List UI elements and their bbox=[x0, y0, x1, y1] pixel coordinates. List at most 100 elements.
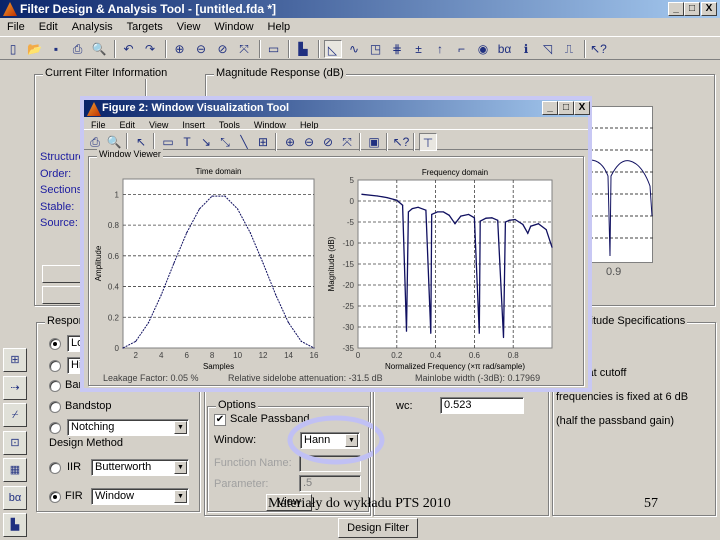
fir-method-dropdown[interactable]: Window ▼ bbox=[91, 488, 189, 505]
redo-icon[interactable]: ↷ bbox=[141, 40, 159, 58]
design-filter-button[interactable]: Design Filter bbox=[338, 518, 418, 538]
menu-file[interactable]: File bbox=[0, 21, 32, 33]
zoom-icon[interactable]: ⊘ bbox=[214, 40, 232, 58]
data-point bbox=[405, 330, 408, 332]
fit-icon[interactable]: ⤧ bbox=[235, 40, 253, 58]
y-tick-label: 0.8 bbox=[108, 221, 120, 230]
mainlobe-width: Mainlobe width (-3dB): 0.17969 bbox=[415, 373, 541, 383]
phase-response-icon[interactable]: ∿ bbox=[345, 40, 363, 58]
coefficients-icon[interactable]: bα bbox=[496, 40, 514, 58]
design-filter-icon[interactable]: ▙ bbox=[3, 513, 27, 537]
close-button[interactable]: X bbox=[701, 2, 717, 16]
parameter-label: Parameter: bbox=[214, 478, 269, 490]
data-point bbox=[402, 204, 404, 206]
matlab-logo-icon bbox=[3, 2, 17, 16]
sidelobe-attenuation: Relative sidelobe attenuation: -31.5 dB bbox=[228, 373, 383, 383]
axis-tick: 0.9 bbox=[606, 266, 622, 278]
info-icon[interactable]: ℹ bbox=[517, 40, 535, 58]
data-point bbox=[522, 223, 524, 226]
iir-radio[interactable] bbox=[49, 462, 61, 474]
panel-legend: Options bbox=[216, 399, 258, 411]
fir-label: FIR bbox=[65, 490, 83, 502]
iir-label: IIR bbox=[67, 461, 82, 473]
parameter-input[interactable]: .5 bbox=[299, 475, 361, 492]
y-axis-label: Magnitude (dB) bbox=[327, 236, 336, 291]
x-tick-label: 0.8 bbox=[508, 351, 520, 360]
x-tick-label: 16 bbox=[310, 351, 319, 360]
quantize-icon[interactable]: ⌿ bbox=[3, 403, 27, 427]
magnitude-response-icon[interactable]: ◺ bbox=[323, 40, 342, 58]
phase-delay-icon[interactable]: ± bbox=[410, 40, 428, 58]
new-file-icon[interactable]: ▯ bbox=[4, 40, 22, 58]
bandpass-radio[interactable] bbox=[49, 380, 61, 392]
menu-window[interactable]: Window bbox=[207, 21, 260, 33]
function-name-label: Function Name: bbox=[214, 457, 292, 469]
magnitude-phase-icon[interactable]: ◳ bbox=[367, 40, 385, 58]
impulse-response-icon[interactable]: ↑ bbox=[431, 40, 449, 58]
group-delay-icon[interactable]: ⋕ bbox=[388, 40, 406, 58]
y-tick-label: 0.4 bbox=[108, 283, 120, 292]
pole-zero-icon[interactable]: ◉ bbox=[474, 40, 492, 58]
menu-analysis[interactable]: Analysis bbox=[65, 21, 120, 33]
panel-legend: Current Filter Information bbox=[43, 67, 170, 79]
menu-view[interactable]: View bbox=[170, 21, 208, 33]
wc-input[interactable]: 0.523 bbox=[440, 397, 524, 414]
step-response-icon[interactable]: ⌐ bbox=[453, 40, 471, 58]
transform-filter-icon[interactable]: ⊞ bbox=[3, 348, 27, 372]
data-point bbox=[224, 195, 226, 197]
undo-icon[interactable]: ↶ bbox=[120, 40, 138, 58]
y-tick-label: -25 bbox=[342, 302, 354, 311]
data-point bbox=[287, 322, 290, 324]
data-point bbox=[407, 211, 410, 213]
iir-method-dropdown[interactable]: Butterworth ▼ bbox=[91, 459, 189, 476]
import-filter-icon[interactable]: ⇢ bbox=[3, 375, 27, 400]
x-axis-label: Samples bbox=[203, 362, 234, 371]
data-point bbox=[361, 193, 363, 195]
fir-radio[interactable] bbox=[49, 491, 61, 503]
toolbar-separator bbox=[113, 40, 116, 58]
zoom-in-icon[interactable]: ⊕ bbox=[171, 40, 189, 58]
data-point bbox=[262, 262, 264, 264]
new-figure-icon[interactable]: ▭ bbox=[265, 40, 283, 58]
minimize-button[interactable]: _ bbox=[668, 2, 684, 16]
zoom-out-icon[interactable]: ⊖ bbox=[192, 40, 210, 58]
slide-page-number: 57 bbox=[644, 496, 658, 511]
menu-edit[interactable]: Edit bbox=[32, 21, 65, 33]
data-point bbox=[431, 213, 433, 216]
multirate-icon[interactable]: bα bbox=[3, 485, 27, 510]
menu-help[interactable]: Help bbox=[261, 21, 298, 33]
round-off-noise-icon[interactable]: ⎍ bbox=[560, 40, 578, 58]
notching-dropdown[interactable]: Notching ▼ bbox=[67, 419, 189, 436]
open-folder-icon[interactable]: 📂 bbox=[26, 40, 44, 58]
print-preview-icon[interactable]: 🔍 bbox=[90, 40, 108, 58]
pole-zero-editor-icon[interactable]: ▦ bbox=[3, 458, 27, 482]
whats-this-help-icon[interactable]: ↖? bbox=[590, 40, 608, 58]
wc-label: wc: bbox=[396, 400, 413, 412]
window-plots: 00.20.40.60.812 4 6 8 10 12 14 16Time domainSam… bbox=[94, 167, 553, 371]
notching-radio[interactable] bbox=[49, 422, 61, 434]
lowpass-radio[interactable] bbox=[49, 338, 61, 350]
print-icon[interactable]: ⎙ bbox=[69, 40, 87, 58]
bandstop-label: Bandstop bbox=[65, 400, 112, 412]
data-point bbox=[186, 232, 188, 234]
toolbar-separator bbox=[317, 40, 320, 58]
data-point bbox=[160, 294, 162, 296]
data-point bbox=[467, 213, 470, 216]
menu-targets[interactable]: Targets bbox=[120, 21, 170, 33]
maximize-button[interactable]: □ bbox=[684, 2, 700, 16]
full-view-icon[interactable]: ▙ bbox=[294, 40, 312, 58]
highpass-radio[interactable] bbox=[49, 360, 61, 372]
data-point bbox=[425, 209, 427, 211]
bandstop-radio[interactable] bbox=[49, 401, 61, 413]
scale-passband-checkbox[interactable]: ✔ bbox=[214, 414, 226, 426]
save-icon[interactable]: ▪ bbox=[47, 40, 65, 58]
data-point bbox=[504, 221, 507, 223]
magnitude-estimate-icon[interactable]: ◹ bbox=[539, 40, 557, 58]
data-point bbox=[508, 219, 510, 221]
toolbar-separator bbox=[164, 40, 167, 58]
data-point bbox=[545, 228, 547, 231]
y-tick-label: -10 bbox=[342, 239, 354, 248]
data-point bbox=[527, 232, 529, 234]
realize-model-icon[interactable]: ⊡ bbox=[3, 430, 27, 455]
data-point bbox=[497, 219, 499, 221]
